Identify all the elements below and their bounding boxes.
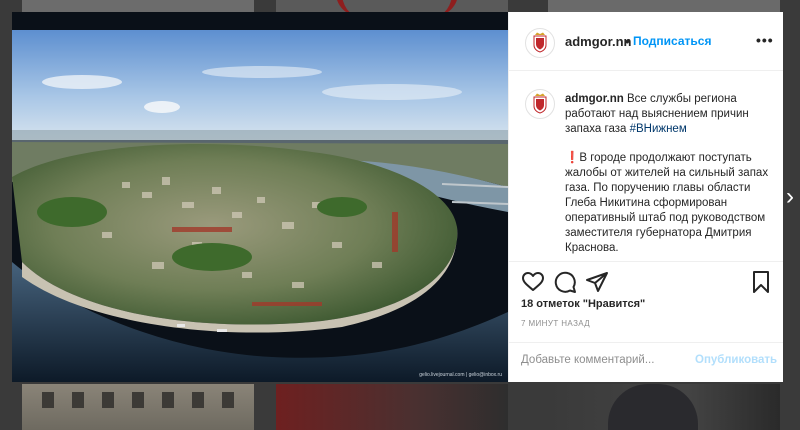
comment-icon[interactable] xyxy=(553,270,577,294)
chevron-right-icon[interactable]: › xyxy=(786,185,794,209)
caption-area: admgor.nn Все службы региона работают на… xyxy=(509,71,783,260)
coat-of-arms-icon xyxy=(533,32,547,53)
background-post-thumbnail[interactable] xyxy=(22,0,254,12)
background-post-thumbnail[interactable] xyxy=(22,384,254,430)
caption-paragraph: В городе продолжают поступать жалобы от … xyxy=(565,152,769,254)
aerial-city-photo xyxy=(12,12,508,382)
post-header: admgor.nn • Подписаться ••• xyxy=(509,12,783,71)
comment-bar: Опубликовать xyxy=(509,342,783,383)
background-post-thumbnail[interactable] xyxy=(548,0,780,12)
post-comment-button[interactable]: Опубликовать xyxy=(695,354,777,366)
post-caption: admgor.nn Все службы региона работают на… xyxy=(565,92,771,260)
post-photo[interactable]: gelio.livejournal.com | gelio@inbox.ru xyxy=(12,12,508,382)
caption-username[interactable]: admgor.nn xyxy=(565,93,624,105)
avatar[interactable] xyxy=(525,89,555,119)
background-post-thumbnail[interactable] xyxy=(548,384,780,430)
avatar[interactable] xyxy=(525,28,555,58)
post-timestamp[interactable]: 7 МИНУТ НАЗАД xyxy=(521,319,590,328)
follow-button[interactable]: Подписаться xyxy=(633,34,711,48)
likes-count[interactable]: 18 отметок "Нравится" xyxy=(521,298,645,310)
background-post-thumbnail[interactable] xyxy=(276,384,508,430)
post-modal: gelio.livejournal.com | gelio@inbox.ru a… xyxy=(12,12,783,382)
bookmark-icon[interactable] xyxy=(749,270,773,294)
coat-of-arms-icon xyxy=(533,93,547,114)
share-icon[interactable] xyxy=(585,270,609,294)
photo-watermark: gelio.livejournal.com | gelio@inbox.ru xyxy=(419,372,502,378)
hashtag-link[interactable]: #ВНижнем xyxy=(630,123,687,135)
more-horizontal-icon[interactable]: ••• xyxy=(756,32,774,48)
comment-input[interactable] xyxy=(521,354,691,366)
exclamation-emoji: ❗ xyxy=(565,152,580,164)
separator-dot: • xyxy=(625,34,630,49)
username-link[interactable]: admgor.nn xyxy=(565,34,631,49)
heart-icon[interactable] xyxy=(521,270,545,294)
post-side-panel: admgor.nn • Подписаться ••• admgor.nn Вс… xyxy=(508,12,783,382)
